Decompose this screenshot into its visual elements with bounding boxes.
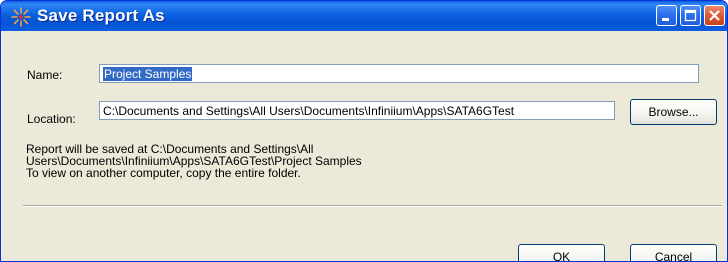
name-field[interactable]: Project Samples <box>99 64 699 83</box>
browse-button[interactable]: Browse... <box>630 99 717 125</box>
keysight-star-icon <box>11 7 31 27</box>
save-report-dialog: Save Report As Name: Project Samples Loc… <box>0 0 728 262</box>
maximize-button[interactable] <box>680 5 701 26</box>
minimize-icon <box>662 18 669 21</box>
divider <box>23 205 722 207</box>
maximize-icon <box>684 9 697 22</box>
copy-hint-line: To view on another computer, copy the en… <box>26 166 301 180</box>
location-label: Location: <box>27 112 76 126</box>
minimize-button[interactable] <box>656 5 677 26</box>
close-icon <box>709 10 720 21</box>
ok-button[interactable]: OK <box>518 244 605 261</box>
name-value: Project Samples <box>103 67 193 81</box>
cancel-button[interactable]: Cancel <box>630 244 717 261</box>
location-field[interactable]: C:\Documents and Settings\All Users\Docu… <box>99 101 615 120</box>
dialog-body: Name: Project Samples Location: C:\Docum… <box>4 31 724 261</box>
name-label: Name: <box>27 68 63 82</box>
save-info-text: Report will be saved at C:\Documents and… <box>26 143 362 179</box>
close-button[interactable] <box>704 5 725 26</box>
window-title: Save Report As <box>37 6 165 25</box>
title-bar[interactable]: Save Report As <box>1 1 727 31</box>
